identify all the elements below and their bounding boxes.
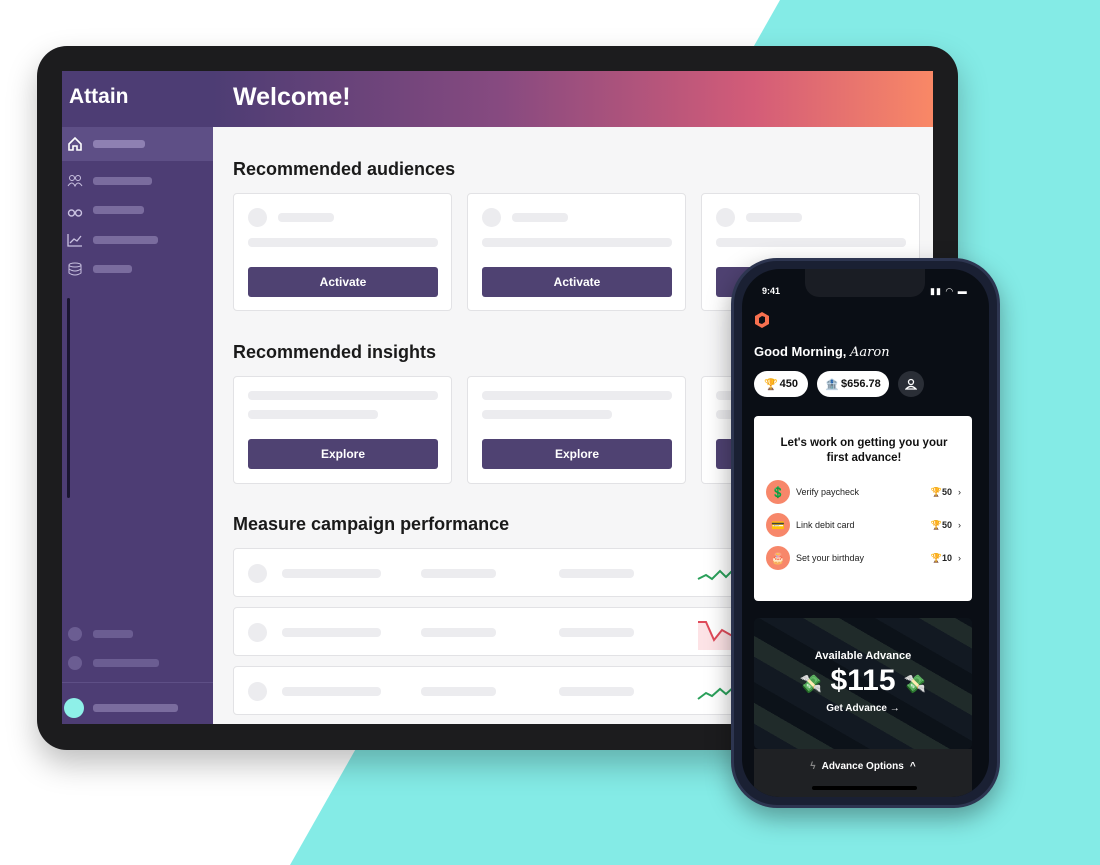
- home-icon: [68, 136, 82, 151]
- status-icons: ▮▮ ◠ ▬: [930, 286, 968, 296]
- explore-button[interactable]: Explore: [482, 439, 672, 469]
- app-logo-icon: [755, 312, 769, 328]
- audience-card: Activate: [233, 193, 452, 311]
- chevron-right-icon: ›: [958, 487, 961, 497]
- advance-amount: 💸 $115 💸: [799, 664, 927, 697]
- bank-icon: 🏦: [825, 378, 839, 391]
- chevron-right-icon: ›: [958, 553, 961, 563]
- task-item[interactable]: 🎂 Set your birthday 🏆10 ›: [766, 544, 961, 572]
- page-title: Welcome!: [233, 83, 351, 111]
- binoculars-icon[interactable]: [67, 204, 83, 218]
- profile-button[interactable]: [898, 371, 924, 397]
- balance-pill[interactable]: 🏦 $656.78: [817, 371, 889, 397]
- section-title: Recommended insights: [233, 342, 437, 362]
- activate-button[interactable]: Activate: [482, 267, 672, 297]
- chevron-right-icon: ›: [958, 520, 961, 530]
- phone-notch: [805, 269, 925, 297]
- onboarding-card: Let's work on getting you your first adv…: [754, 416, 972, 601]
- insight-card: Explore: [233, 376, 452, 484]
- advance-label: Available Advance: [814, 650, 912, 662]
- database-icon[interactable]: [67, 262, 83, 276]
- chevron-up-icon: ^: [909, 761, 916, 772]
- section-title: Measure campaign performance: [233, 514, 510, 534]
- sidebar-scrollbar[interactable]: [67, 298, 70, 498]
- insight-card: Explore: [467, 376, 686, 484]
- dollar-icon: 💲: [766, 480, 790, 504]
- sidebar: [62, 71, 213, 724]
- task-item[interactable]: 💲 Verify paycheck 🏆50 ›: [766, 478, 961, 506]
- advance-banner: Available Advance 💸 $115 💸 Get Advance →: [754, 618, 972, 749]
- get-advance-link[interactable]: Get Advance →: [754, 703, 972, 714]
- task-item[interactable]: 💳 Link debit card 🏆50 ›: [766, 511, 961, 539]
- lightning-icon: ϟ: [810, 761, 816, 772]
- section-title: Recommended audiences: [233, 159, 456, 179]
- activate-button[interactable]: Activate: [248, 267, 438, 297]
- arrow-right-icon: →: [889, 703, 900, 714]
- explore-button[interactable]: Explore: [248, 439, 438, 469]
- money-wings-icon: 💸: [799, 674, 823, 694]
- status-time: 9:41: [762, 286, 781, 296]
- money-wings-icon: 💸: [903, 674, 927, 694]
- greeting: Good Morning, Aaron: [754, 344, 890, 360]
- users-icon[interactable]: [67, 174, 83, 188]
- user-icon: [905, 378, 917, 390]
- card-icon: 💳: [766, 513, 790, 537]
- avatar[interactable]: [64, 698, 84, 718]
- points-pill[interactable]: 🏆 450: [754, 371, 808, 397]
- chart-icon[interactable]: [67, 233, 83, 247]
- logo: Attain: [69, 85, 129, 108]
- cake-icon: 🎂: [766, 546, 790, 570]
- card-title: Let's work on getting you your first adv…: [780, 437, 948, 464]
- trophy-icon: 🏆: [763, 378, 778, 391]
- audience-card: Activate: [467, 193, 686, 311]
- phone-screen: 9:41 ▮▮ ◠ ▬ Good Morning, Aaron 🏆 450 🏦 $6…: [742, 269, 989, 797]
- home-indicator: [812, 786, 917, 790]
